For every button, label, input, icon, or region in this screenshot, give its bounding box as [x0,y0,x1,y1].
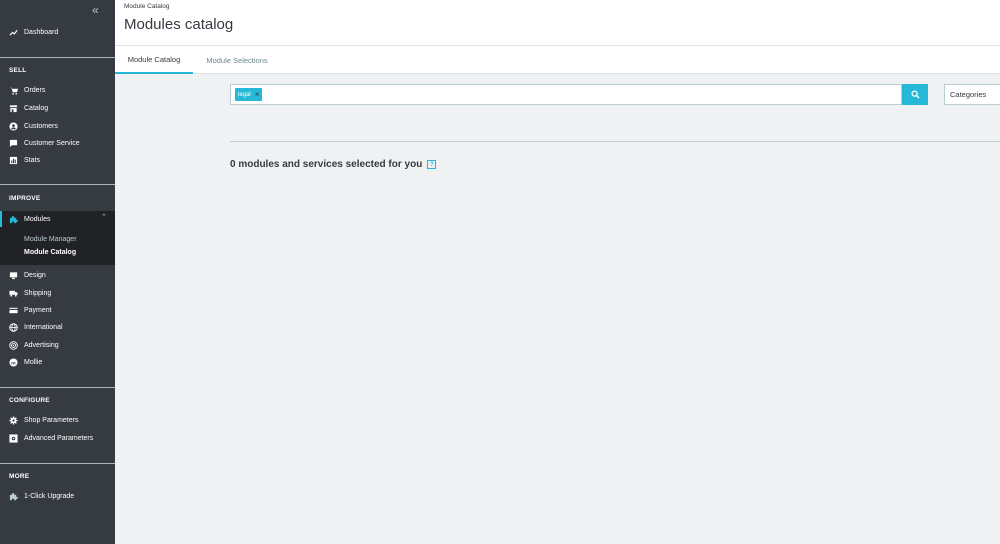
truck-icon [9,289,18,298]
close-icon[interactable]: × [255,90,260,99]
tab-bar: Module Catalog Module Selections [115,46,1000,74]
search-tag: legal × [235,88,263,101]
divider [230,141,1000,142]
divider [0,463,115,464]
sidebar-item-international[interactable]: International [0,319,115,335]
categories-dropdown[interactable]: Categories [944,84,1000,105]
sidebar-item-label: Modules [24,215,51,223]
selection-heading: 0 modules and services selected for you … [230,159,437,170]
puzzle-icon [9,215,18,224]
sidebar-item-label: Shop Parameters [24,416,79,424]
sidebar-item-1-click-upgrade[interactable]: 1-Click Upgrade [0,488,115,504]
search-tag-label: legal [238,91,251,98]
sidebar-item-label: Dashboard [24,28,59,36]
double-chevron-left-icon[interactable]: « [92,4,106,16]
sidebar-item-label: Customer Service [24,139,80,147]
chevron-up-icon: ⌃ [101,214,107,221]
section-title-improve: IMPROVE [9,195,41,202]
page-header: Module Catalog Modules catalog [115,0,1000,46]
search-button[interactable] [902,84,928,105]
store-icon [9,104,18,113]
sidebar-subitem-module-manager[interactable]: Module Manager [24,236,77,243]
search-input[interactable]: legal × [230,84,902,105]
page-title: Modules catalog [124,16,234,33]
section-title-more: MORE [9,473,30,480]
sidebar-item-label: 1-Click Upgrade [24,492,75,500]
sidebar-item-advertising[interactable]: Advertising [0,337,115,353]
svg-text:m: m [11,361,16,366]
sidebar-item-label: Customers [24,122,58,130]
cart-icon [9,86,18,95]
tab-module-selections[interactable]: Module Selections [193,46,281,74]
section-title-sell: SELL [9,67,27,74]
sidebar-item-label: Catalog [24,104,49,112]
sidebar-item-orders[interactable]: Orders [0,82,115,98]
bar-chart-icon [9,156,18,165]
divider [0,387,115,388]
sidebar-item-label: Mollie [24,358,43,366]
sidebar-item-customer-service[interactable]: Customer Service [0,135,115,151]
sidebar-item-design[interactable]: Design [0,267,115,283]
sidebar-item-label: Payment [24,306,52,314]
globe-icon [9,322,18,332]
sidebar-item-label: Orders [24,86,46,94]
sidebar-item-payment[interactable]: Payment [0,302,115,318]
sidebar: « Dashboard SELL Orders Catalog Customer… [0,0,115,544]
sidebar-item-stats[interactable]: Stats [0,152,115,168]
help-icon[interactable]: ? [427,160,437,169]
chat-icon [9,139,18,148]
sidebar-subitem-module-catalog[interactable]: Module Catalog [24,249,76,256]
sidebar-item-label: Stats [24,156,40,164]
sidebar-item-mollie[interactable]: m Mollie [0,354,115,370]
user-icon [9,121,18,131]
sidebar-item-dashboard[interactable]: Dashboard [0,24,115,40]
sidebar-item-label: Advertising [24,341,59,349]
sidebar-item-label: International [24,323,63,331]
gear-icon [9,415,18,425]
sidebar-item-label: Shipping [24,289,52,297]
mollie-icon: m [9,357,18,367]
target-icon [9,340,18,350]
sidebar-item-shop-parameters[interactable]: Shop Parameters [0,412,115,428]
search-icon [910,86,920,104]
puzzle-icon [9,492,18,501]
credit-card-icon [9,306,18,315]
selection-heading-text: 0 modules and services selected for you [230,159,423,170]
sidebar-item-label: Design [24,271,46,279]
divider [0,184,115,185]
sidebar-item-advanced-parameters[interactable]: Advanced Parameters [0,430,115,446]
breadcrumb[interactable]: Module Catalog [124,3,170,10]
divider [0,57,115,58]
section-title-configure: CONFIGURE [9,397,50,404]
sidebar-item-modules[interactable]: Modules ⌃ [0,211,115,227]
monitor-icon [9,271,18,280]
trending-up-icon [9,28,18,37]
sidebar-item-customers[interactable]: Customers [0,118,115,134]
tab-module-catalog[interactable]: Module Catalog [115,46,193,74]
sidebar-item-shipping[interactable]: Shipping [0,285,115,301]
sidebar-item-label: Advanced Parameters [24,434,94,442]
settings-box-icon [9,433,18,443]
sidebar-item-catalog[interactable]: Catalog [0,100,115,116]
